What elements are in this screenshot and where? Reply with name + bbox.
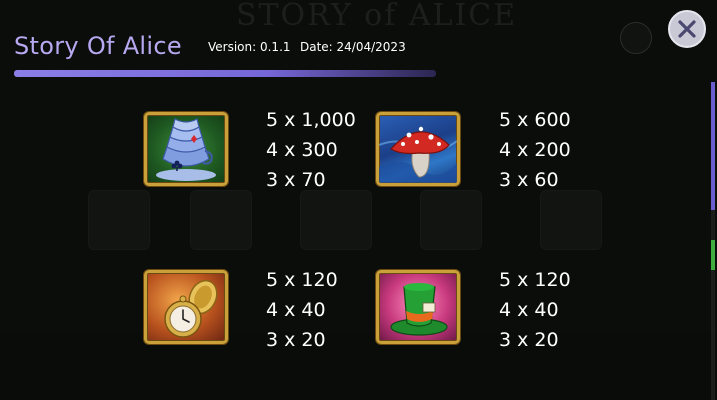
- background-badge: [620, 22, 652, 54]
- stacked-teacups-icon: [144, 112, 228, 186]
- payout-3: 3 x 70: [266, 169, 326, 191]
- payout-4: 4 x 40: [266, 299, 326, 321]
- paytable-overlay: Story Of Alice Version: 0.1.1 Date: 24/0…: [0, 0, 717, 400]
- page-title: Story Of Alice: [14, 32, 182, 60]
- version-label: Version: 0.1.1: [208, 40, 291, 54]
- top-hat-icon: [376, 270, 460, 344]
- close-button[interactable]: [668, 10, 706, 48]
- payout-3: 3 x 20: [266, 329, 326, 351]
- pocket-watch-icon: [144, 270, 228, 344]
- payout-5: 5 x 1,000: [266, 109, 356, 131]
- payout-5: 5 x 120: [499, 269, 571, 291]
- side-indicator: [711, 240, 715, 270]
- payout-3: 3 x 60: [499, 169, 559, 191]
- payout-5: 5 x 600: [499, 109, 571, 131]
- close-icon: [678, 20, 696, 38]
- payout-3: 3 x 20: [499, 329, 559, 351]
- payout-4: 4 x 40: [499, 299, 559, 321]
- red-mushroom-icon: [376, 112, 460, 186]
- payout-4: 4 x 200: [499, 139, 571, 161]
- date-label: Date: 24/04/2023: [300, 40, 406, 54]
- payout-5: 5 x 120: [266, 269, 338, 291]
- header-divider: [14, 70, 436, 77]
- scrollbar-thumb[interactable]: [711, 82, 715, 210]
- payout-4: 4 x 300: [266, 139, 338, 161]
